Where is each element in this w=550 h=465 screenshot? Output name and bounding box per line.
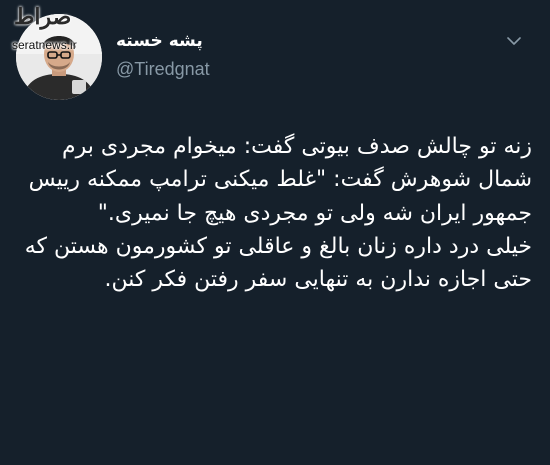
author-handle[interactable]: @Tiredgnat	[116, 58, 210, 80]
author-display-name[interactable]: پشه خسته	[116, 30, 203, 52]
avatar[interactable]	[16, 14, 102, 100]
avatar-photo	[16, 14, 102, 100]
tweet-card: صراط seratnews.ir پشه خسته @Tiredgnat زن…	[0, 0, 550, 465]
tweet-text: زنه تو چالش صدف بیوتی گفت: میخوام مجردی …	[24, 134, 532, 293]
tweet-menu-button[interactable]	[503, 30, 525, 52]
author-info: پشه خسته @Tiredgnat	[116, 30, 316, 80]
chevron-down-icon	[507, 37, 521, 45]
